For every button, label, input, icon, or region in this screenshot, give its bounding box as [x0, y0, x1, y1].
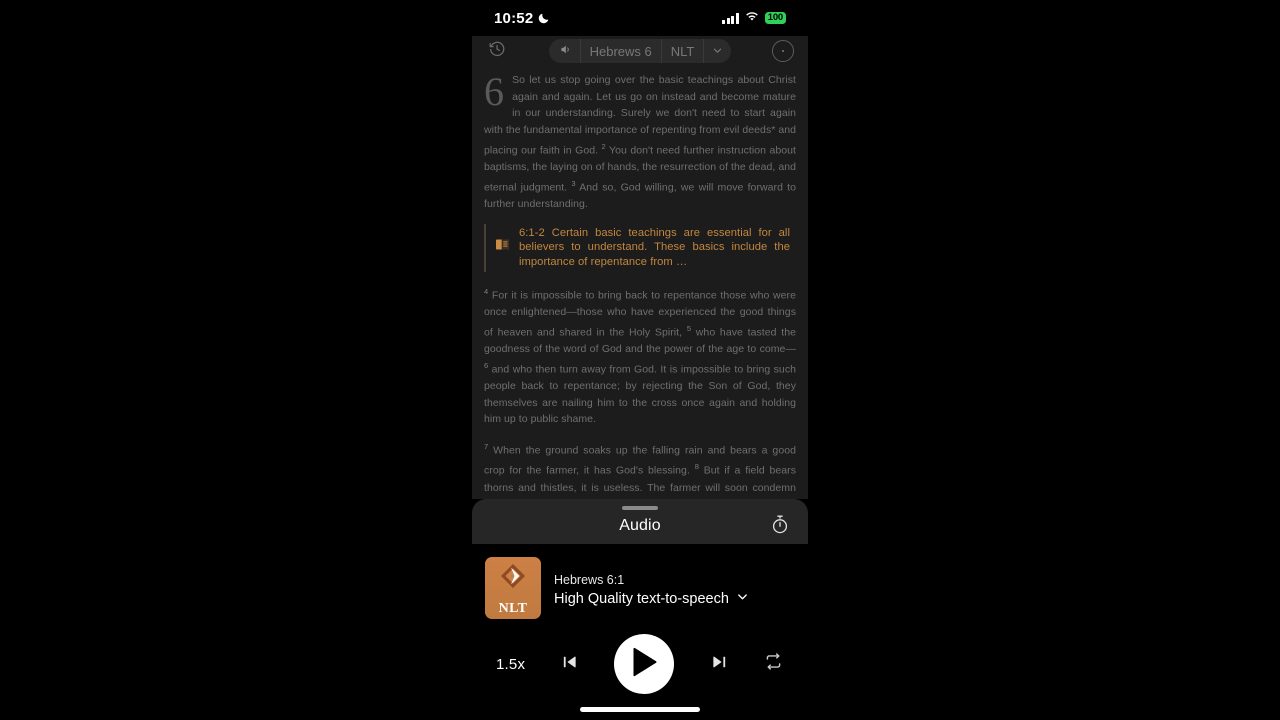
verse-number-6: 6: [484, 360, 489, 370]
home-indicator: [580, 707, 700, 712]
play-icon: [630, 647, 658, 682]
reading-pane: Hebrews 6 NLT 6 So let us stop going ove…: [472, 36, 808, 499]
study-note-text: 6:1-2 Certain basic teachings are essent…: [519, 226, 790, 269]
sleep-timer-icon: [770, 514, 790, 540]
wifi-icon: [745, 9, 759, 27]
playback-controls: 1.5x: [472, 633, 808, 695]
passage-paragraph-1: 6 So let us stop going over the basic tea…: [484, 72, 796, 213]
status-bar-right: 100: [722, 9, 786, 27]
verse-number-2: 2: [601, 141, 606, 151]
voice-label: High Quality text-to-speech: [554, 590, 729, 607]
battery-indicator: 100: [764, 12, 786, 24]
previous-track-button[interactable]: [560, 652, 580, 677]
passage-paragraph-2: 4 For it is impossible to bring back to …: [484, 284, 796, 428]
chapter-reference-label[interactable]: Hebrews 6: [581, 39, 662, 63]
verse-number-4: 4: [484, 287, 489, 297]
verse-number-7: 7: [484, 442, 489, 452]
cellular-signal-icon: [722, 12, 739, 24]
nlt-diamond-logo: [498, 561, 528, 596]
album-artwork[interactable]: NLT: [485, 557, 541, 619]
sleep-timer-button[interactable]: [768, 515, 792, 539]
status-bar: 10:52 100: [472, 0, 808, 36]
chevron-down-icon: [736, 590, 749, 607]
reference-chevron-button[interactable]: [704, 39, 731, 63]
chapter-drop-cap: 6: [484, 69, 505, 114]
verse-6-text: and who then turn away from God. It is i…: [484, 363, 797, 426]
verse-number-3: 3: [571, 178, 576, 188]
verse-number-5: 5: [686, 323, 692, 333]
more-options-button[interactable]: [772, 40, 794, 62]
phone-viewport: 10:52 100 Hebrews 6 NLT 6 So let us stop…: [472, 0, 808, 720]
skip-next-icon: [709, 652, 729, 677]
voice-selector[interactable]: High Quality text-to-speech: [554, 590, 749, 607]
audio-sheet-header[interactable]: Audio: [472, 499, 808, 544]
reference-selector[interactable]: Hebrews 6 NLT: [548, 39, 732, 63]
track-reference: Hebrews 6:1: [554, 573, 625, 587]
repeat-icon: [763, 651, 784, 677]
status-bar-clock: 10:52: [494, 9, 534, 27]
audio-toggle-button[interactable]: [549, 39, 581, 63]
more-options-icon: [781, 49, 785, 53]
chevron-down-icon: [712, 44, 723, 59]
crescent-moon-icon: [538, 12, 550, 24]
audio-sheet-title: Audio: [619, 516, 661, 534]
verse-number-8: 8: [694, 462, 699, 472]
next-track-button[interactable]: [709, 652, 729, 677]
artwork-label: NLT: [498, 600, 528, 616]
drag-handle[interactable]: [622, 506, 658, 510]
history-button[interactable]: [486, 40, 508, 62]
open-book-icon: [495, 238, 510, 257]
audio-sheet: Audio NLT Hebrews 6:1 High Quality text-…: [472, 499, 808, 720]
translation-label[interactable]: NLT: [662, 39, 705, 63]
screen: 10:52 100 Hebrews 6 NLT 6 So let us stop…: [0, 0, 1280, 720]
passage-text: 6 So let us stop going over the basic tea…: [472, 66, 808, 499]
playback-speed-button[interactable]: 1.5x: [496, 656, 525, 673]
passage-paragraph-3: 7 When the ground soaks up the falling r…: [484, 439, 796, 499]
play-button[interactable]: [614, 634, 675, 694]
clock-history-icon: [488, 40, 506, 63]
study-note-callout[interactable]: 6:1-2 Certain basic teachings are essent…: [484, 223, 796, 273]
track-info: Hebrews 6:1 High Quality text-to-speech: [554, 569, 749, 607]
status-bar-left: 10:52: [494, 10, 550, 27]
skip-previous-icon: [560, 652, 580, 677]
repeat-button[interactable]: [763, 651, 784, 677]
audio-sheet-body: NLT Hebrews 6:1 High Quality text-to-spe…: [472, 544, 808, 720]
speaker-volume-icon: [559, 43, 572, 59]
reader-nav-bar: Hebrews 6 NLT: [472, 36, 808, 66]
now-playing-row: NLT Hebrews 6:1 High Quality text-to-spe…: [472, 544, 808, 619]
